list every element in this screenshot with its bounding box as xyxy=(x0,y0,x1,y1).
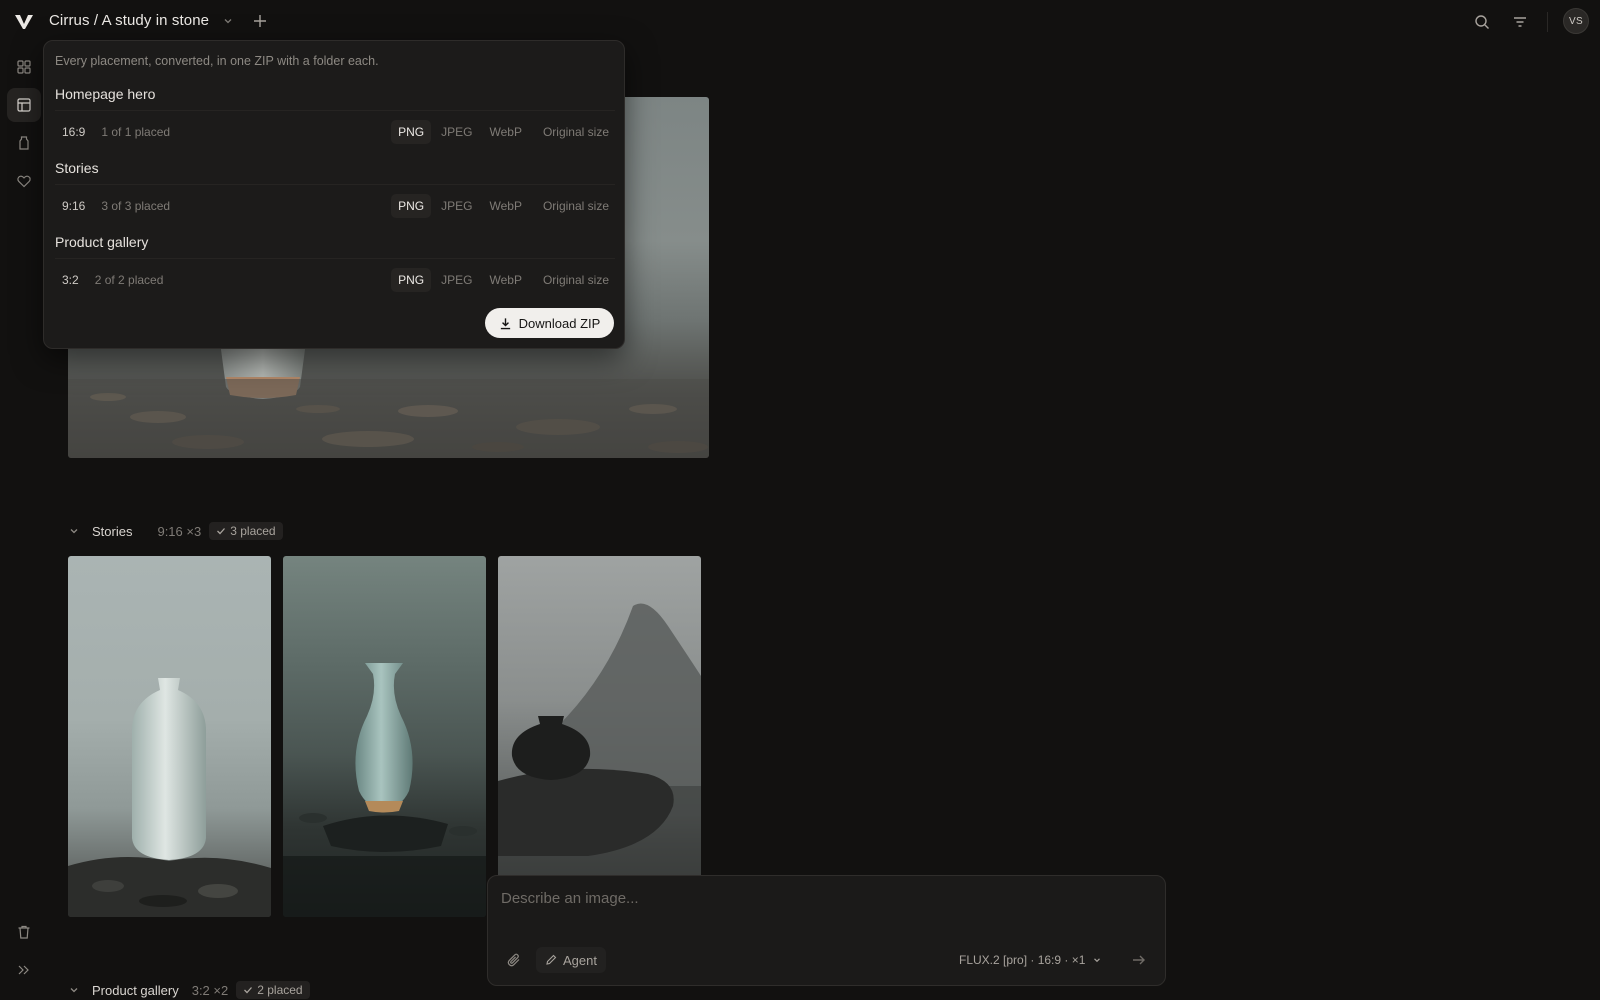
format-png-option[interactable]: PNG xyxy=(391,120,432,144)
size-select[interactable]: Original size xyxy=(543,199,609,213)
export-row-homepage-hero: 16:9 1 of 1 placed PNG JPEG WebP Origina… xyxy=(55,117,615,147)
expand-icon xyxy=(18,965,29,975)
format-jpeg-option[interactable]: JPEG xyxy=(434,268,479,292)
agent-label: Agent xyxy=(563,952,597,968)
format-webp-option[interactable]: WebP xyxy=(483,268,529,292)
story-image-2[interactable] xyxy=(283,556,486,917)
check-icon xyxy=(217,528,226,535)
divider xyxy=(1547,12,1548,32)
app-page: Cirrus / A study in stone VS Stories 9:1… xyxy=(0,0,1600,1000)
search-icon[interactable] xyxy=(1474,14,1490,30)
placed-count: 1 of 1 placed xyxy=(101,125,171,139)
divider xyxy=(55,258,615,259)
prompt-composer: Agent FLUX.2 [pro] · 16:9 · ×1 xyxy=(487,875,1166,986)
badge-label: 2 placed xyxy=(257,983,303,997)
rail-item-grid[interactable] xyxy=(7,50,41,84)
size-select[interactable]: Original size xyxy=(543,125,609,139)
filter-icon[interactable] xyxy=(1512,14,1528,30)
breadcrumb[interactable]: Cirrus / A study in stone xyxy=(49,12,209,29)
chevron-down-icon[interactable] xyxy=(68,525,80,537)
format-png-option[interactable]: PNG xyxy=(391,268,432,292)
download-zip-button[interactable]: Download ZIP xyxy=(485,308,614,338)
popover-description: Every placement, converted, in one ZIP w… xyxy=(55,54,379,68)
group-title-stories: Stories xyxy=(55,160,99,176)
grid-icon xyxy=(17,60,31,74)
ratio-label: 9:16 xyxy=(62,199,86,213)
divider xyxy=(55,110,615,111)
section-title: Product gallery xyxy=(92,982,179,998)
ratio-label: 16:9 xyxy=(62,125,86,139)
logo-icon[interactable] xyxy=(14,12,34,32)
status-badge: 3 placed xyxy=(209,522,283,540)
export-row-stories: 9:16 3 of 3 placed PNG JPEG WebP Origina… xyxy=(55,191,615,221)
download-zip-label: Download ZIP xyxy=(518,315,601,331)
export-popover: Every placement, converted, in one ZIP w… xyxy=(43,40,625,349)
format-webp-option[interactable]: WebP xyxy=(483,120,529,144)
group-title-product-gallery: Product gallery xyxy=(55,234,149,250)
heart-icon xyxy=(17,175,31,188)
rail-item-trash[interactable] xyxy=(7,915,41,949)
story-scene-1 xyxy=(68,678,271,917)
placed-count: 3 of 3 placed xyxy=(101,199,171,213)
ratio-label: 3:2 xyxy=(62,273,79,287)
format-png-option[interactable]: PNG xyxy=(391,194,432,218)
agent-toggle-button[interactable]: Agent xyxy=(536,947,606,973)
story-scene-2 xyxy=(283,663,486,917)
story-image-3[interactable] xyxy=(498,556,701,917)
export-row-product-gallery: 3:2 2 of 2 placed PNG JPEG WebP Original… xyxy=(55,265,615,295)
attach-icon[interactable] xyxy=(506,952,522,968)
section-title: Stories xyxy=(92,523,133,539)
rail-item-expand[interactable] xyxy=(7,953,41,987)
story-image-1[interactable] xyxy=(68,556,271,917)
rail-item-jar[interactable] xyxy=(7,126,41,160)
placed-count: 2 of 2 placed xyxy=(94,273,164,287)
chevron-down-icon[interactable] xyxy=(68,984,80,996)
format-selector: PNG JPEG WebP Original size xyxy=(388,194,615,218)
model-label: FLUX.2 [pro] · 16:9 · ×1 xyxy=(959,953,1086,967)
format-jpeg-option[interactable]: JPEG xyxy=(434,120,479,144)
format-selector: PNG JPEG WebP Original size xyxy=(388,120,615,144)
trash-icon xyxy=(18,925,30,939)
section-meta: 3:2 ×2 xyxy=(191,982,229,998)
group-title-homepage-hero: Homepage hero xyxy=(55,86,156,102)
section-header-stories[interactable]: Stories 9:16 ×3 3 placed xyxy=(68,521,283,541)
status-badge: 2 placed xyxy=(236,981,310,999)
plus-icon[interactable] xyxy=(252,13,268,29)
avatar[interactable]: VS xyxy=(1563,8,1589,34)
pen-icon xyxy=(546,954,557,965)
format-selector: PNG JPEG WebP Original size xyxy=(388,268,615,292)
format-webp-option[interactable]: WebP xyxy=(483,194,529,218)
layout-icon xyxy=(17,98,31,112)
send-icon[interactable] xyxy=(1131,952,1147,968)
download-icon xyxy=(500,317,510,329)
check-icon xyxy=(244,987,253,994)
size-select[interactable]: Original size xyxy=(543,273,609,287)
story-scene-3 xyxy=(498,603,701,917)
badge-label: 3 placed xyxy=(230,524,276,538)
chevron-down-icon xyxy=(1094,958,1101,963)
section-header-product-gallery[interactable]: Product gallery 3:2 ×2 2 placed xyxy=(68,980,310,1000)
divider xyxy=(55,184,615,185)
rail-item-favorites[interactable] xyxy=(7,164,41,198)
format-jpeg-option[interactable]: JPEG xyxy=(434,194,479,218)
top-bar: Cirrus / A study in stone VS xyxy=(0,0,1600,44)
model-select[interactable]: FLUX.2 [pro] · 16:9 · ×1 xyxy=(951,947,1110,973)
section-meta: 9:16 ×3 xyxy=(157,523,202,539)
chevron-down-icon[interactable] xyxy=(222,15,234,27)
prompt-input[interactable] xyxy=(501,890,1141,907)
rail-item-layout[interactable] xyxy=(7,88,41,122)
jar-icon xyxy=(19,136,29,150)
